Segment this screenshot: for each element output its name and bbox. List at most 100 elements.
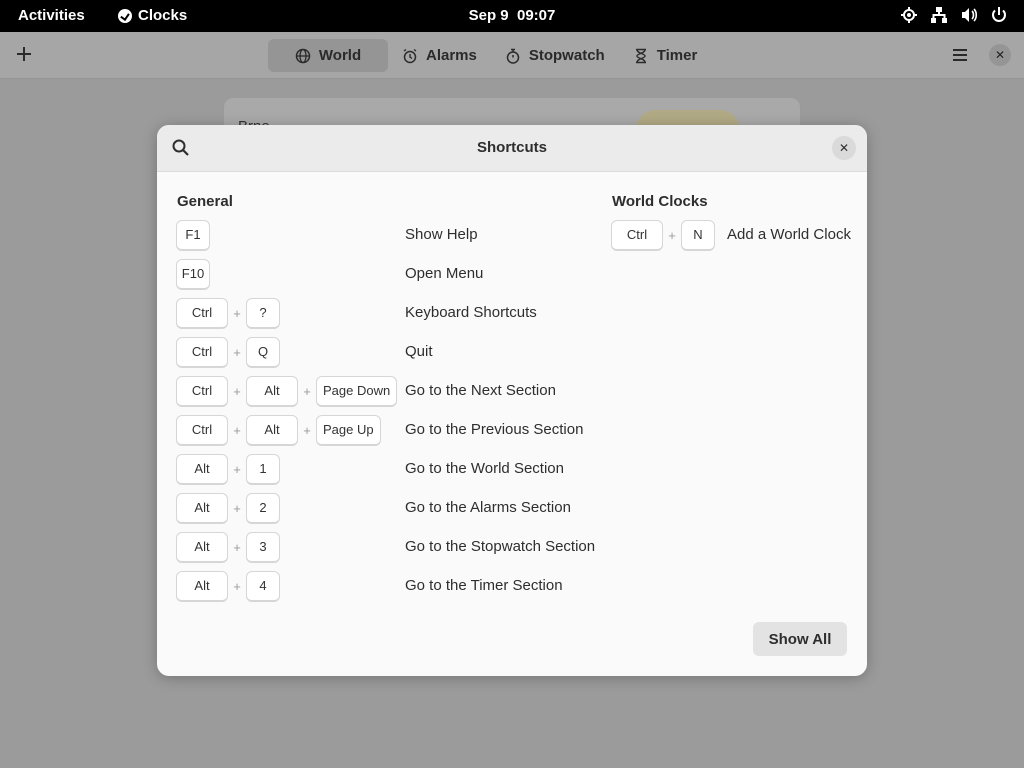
top-bar: Activities Clocks Sep 9 09:07 xyxy=(0,0,1024,32)
plus-separator: + xyxy=(233,578,241,594)
key-combo: Ctrl + N xyxy=(611,219,715,251)
plus-separator: + xyxy=(233,383,241,399)
add-clock-button[interactable] xyxy=(14,44,34,64)
clock-check-icon xyxy=(118,8,132,23)
keycap: 3 xyxy=(246,531,280,563)
tab-stopwatch-label: Stopwatch xyxy=(528,47,605,64)
keycap: ? xyxy=(246,297,280,329)
shortcut-description: Keyboard Shortcuts xyxy=(405,304,537,321)
tab-world[interactable]: World xyxy=(268,39,388,72)
tab-stopwatch[interactable]: Stopwatch xyxy=(491,39,619,72)
key-combo: Alt + 3 xyxy=(176,531,280,563)
alarm-icon xyxy=(403,48,417,63)
keycap: F1 xyxy=(176,219,210,251)
shortcut-description: Go to the Previous Section xyxy=(405,421,584,438)
keycap: Ctrl xyxy=(176,297,228,329)
key-combo: F1 xyxy=(176,219,210,251)
shortcut-description: Quit xyxy=(405,343,433,360)
volume-icon xyxy=(962,8,978,22)
plus-separator: + xyxy=(233,422,241,438)
shortcut-row: Ctrl + Alt + Page Down xyxy=(176,375,398,407)
plus-separator: + xyxy=(668,227,676,243)
tab-timer[interactable]: Timer xyxy=(619,39,712,72)
dialog-close-button[interactable]: ✕ xyxy=(832,136,856,160)
location-icon xyxy=(901,7,917,23)
key-combo: Ctrl + Alt + Page Down xyxy=(176,375,398,407)
plus-separator: + xyxy=(233,461,241,477)
keycap: 2 xyxy=(246,492,280,524)
app-header-bar: World Alarms Stopwatch Timer ✕ xyxy=(0,32,1024,79)
keycap: Ctrl xyxy=(176,375,228,407)
keycap: 1 xyxy=(246,453,280,485)
keycap: Alt xyxy=(246,414,298,446)
shortcut-row: F10 xyxy=(176,258,210,290)
shortcut-row: F1 xyxy=(176,219,210,251)
shortcut-description: Go to the Timer Section xyxy=(405,577,563,594)
shortcut-row: Ctrl + Q xyxy=(176,336,280,368)
tab-alarms[interactable]: Alarms xyxy=(388,39,491,72)
activities-button[interactable]: Activities xyxy=(18,7,85,24)
power-icon xyxy=(992,7,1006,22)
globe-icon xyxy=(295,48,311,63)
plus-separator: + xyxy=(233,305,241,321)
tab-timer-label: Timer xyxy=(656,47,698,64)
section-title-general: General xyxy=(177,193,233,210)
close-icon: ✕ xyxy=(994,48,1006,62)
tab-world-label: World xyxy=(318,47,362,64)
close-icon: ✕ xyxy=(838,141,850,155)
view-switcher: World Alarms Stopwatch Timer xyxy=(268,39,711,72)
key-combo: Ctrl + ? xyxy=(176,297,280,329)
date-label[interactable]: Sep 9 xyxy=(469,7,509,24)
shortcut-description: Add a World Clock xyxy=(727,226,851,243)
keycap: Ctrl xyxy=(176,414,228,446)
shortcut-row: Alt + 3 xyxy=(176,531,280,563)
shortcut-description: Show Help xyxy=(405,226,478,243)
key-combo: Alt + 2 xyxy=(176,492,280,524)
system-tray[interactable] xyxy=(900,6,1008,24)
keycap: Q xyxy=(246,336,280,368)
plus-separator: + xyxy=(233,344,241,360)
key-combo: Ctrl + Alt + Page Up xyxy=(176,414,381,446)
shortcuts-dialog: Shortcuts ✕ General World Clocks F1 Show… xyxy=(157,125,867,676)
keycap: Alt xyxy=(246,375,298,407)
shortcut-description: Go to the World Section xyxy=(405,460,564,477)
keycap: F10 xyxy=(176,258,210,290)
show-all-button[interactable]: Show All xyxy=(753,622,847,656)
hourglass-icon xyxy=(635,48,646,63)
app-menu-button[interactable]: Clocks xyxy=(118,7,187,24)
shortcut-description: Go to the Stopwatch Section xyxy=(405,538,596,555)
shortcut-row: Ctrl + N xyxy=(611,219,715,251)
stopwatch-icon xyxy=(506,48,520,64)
keycap: N xyxy=(681,219,715,251)
app-name: Clocks xyxy=(138,7,188,24)
plus-separator: + xyxy=(233,500,241,516)
key-combo: Alt + 4 xyxy=(176,570,280,602)
key-combo: Ctrl + Q xyxy=(176,336,280,368)
plus-separator: + xyxy=(303,422,311,438)
keycap: Alt xyxy=(176,531,228,563)
shortcut-row: Alt + 2 xyxy=(176,492,280,524)
time-label[interactable]: 09:07 xyxy=(517,7,555,24)
plus-separator: + xyxy=(233,539,241,555)
key-combo: Alt + 1 xyxy=(176,453,280,485)
shortcut-row: Ctrl + Alt + Page Up xyxy=(176,414,381,446)
hamburger-menu-button[interactable] xyxy=(950,45,970,65)
tab-alarms-label: Alarms xyxy=(426,47,477,64)
keycap: 4 xyxy=(246,570,280,602)
keycap: Ctrl xyxy=(611,219,663,251)
dialog-title: Shortcuts xyxy=(476,139,547,156)
search-icon[interactable] xyxy=(171,138,191,158)
keycap: Page Down xyxy=(316,375,398,407)
shortcut-row: Ctrl + ? xyxy=(176,297,280,329)
shortcut-row: Alt + 4 xyxy=(176,570,280,602)
keycap: Alt xyxy=(176,570,228,602)
shortcut-row: Alt + 1 xyxy=(176,453,280,485)
keycap: Page Up xyxy=(316,414,381,446)
keycap: Alt xyxy=(176,453,228,485)
window-close-button[interactable]: ✕ xyxy=(989,44,1011,66)
shortcut-description: Go to the Next Section xyxy=(405,382,556,399)
key-combo: F10 xyxy=(176,258,210,290)
network-icon xyxy=(931,7,947,23)
keycap: Ctrl xyxy=(176,336,228,368)
shortcut-description: Go to the Alarms Section xyxy=(405,499,571,516)
